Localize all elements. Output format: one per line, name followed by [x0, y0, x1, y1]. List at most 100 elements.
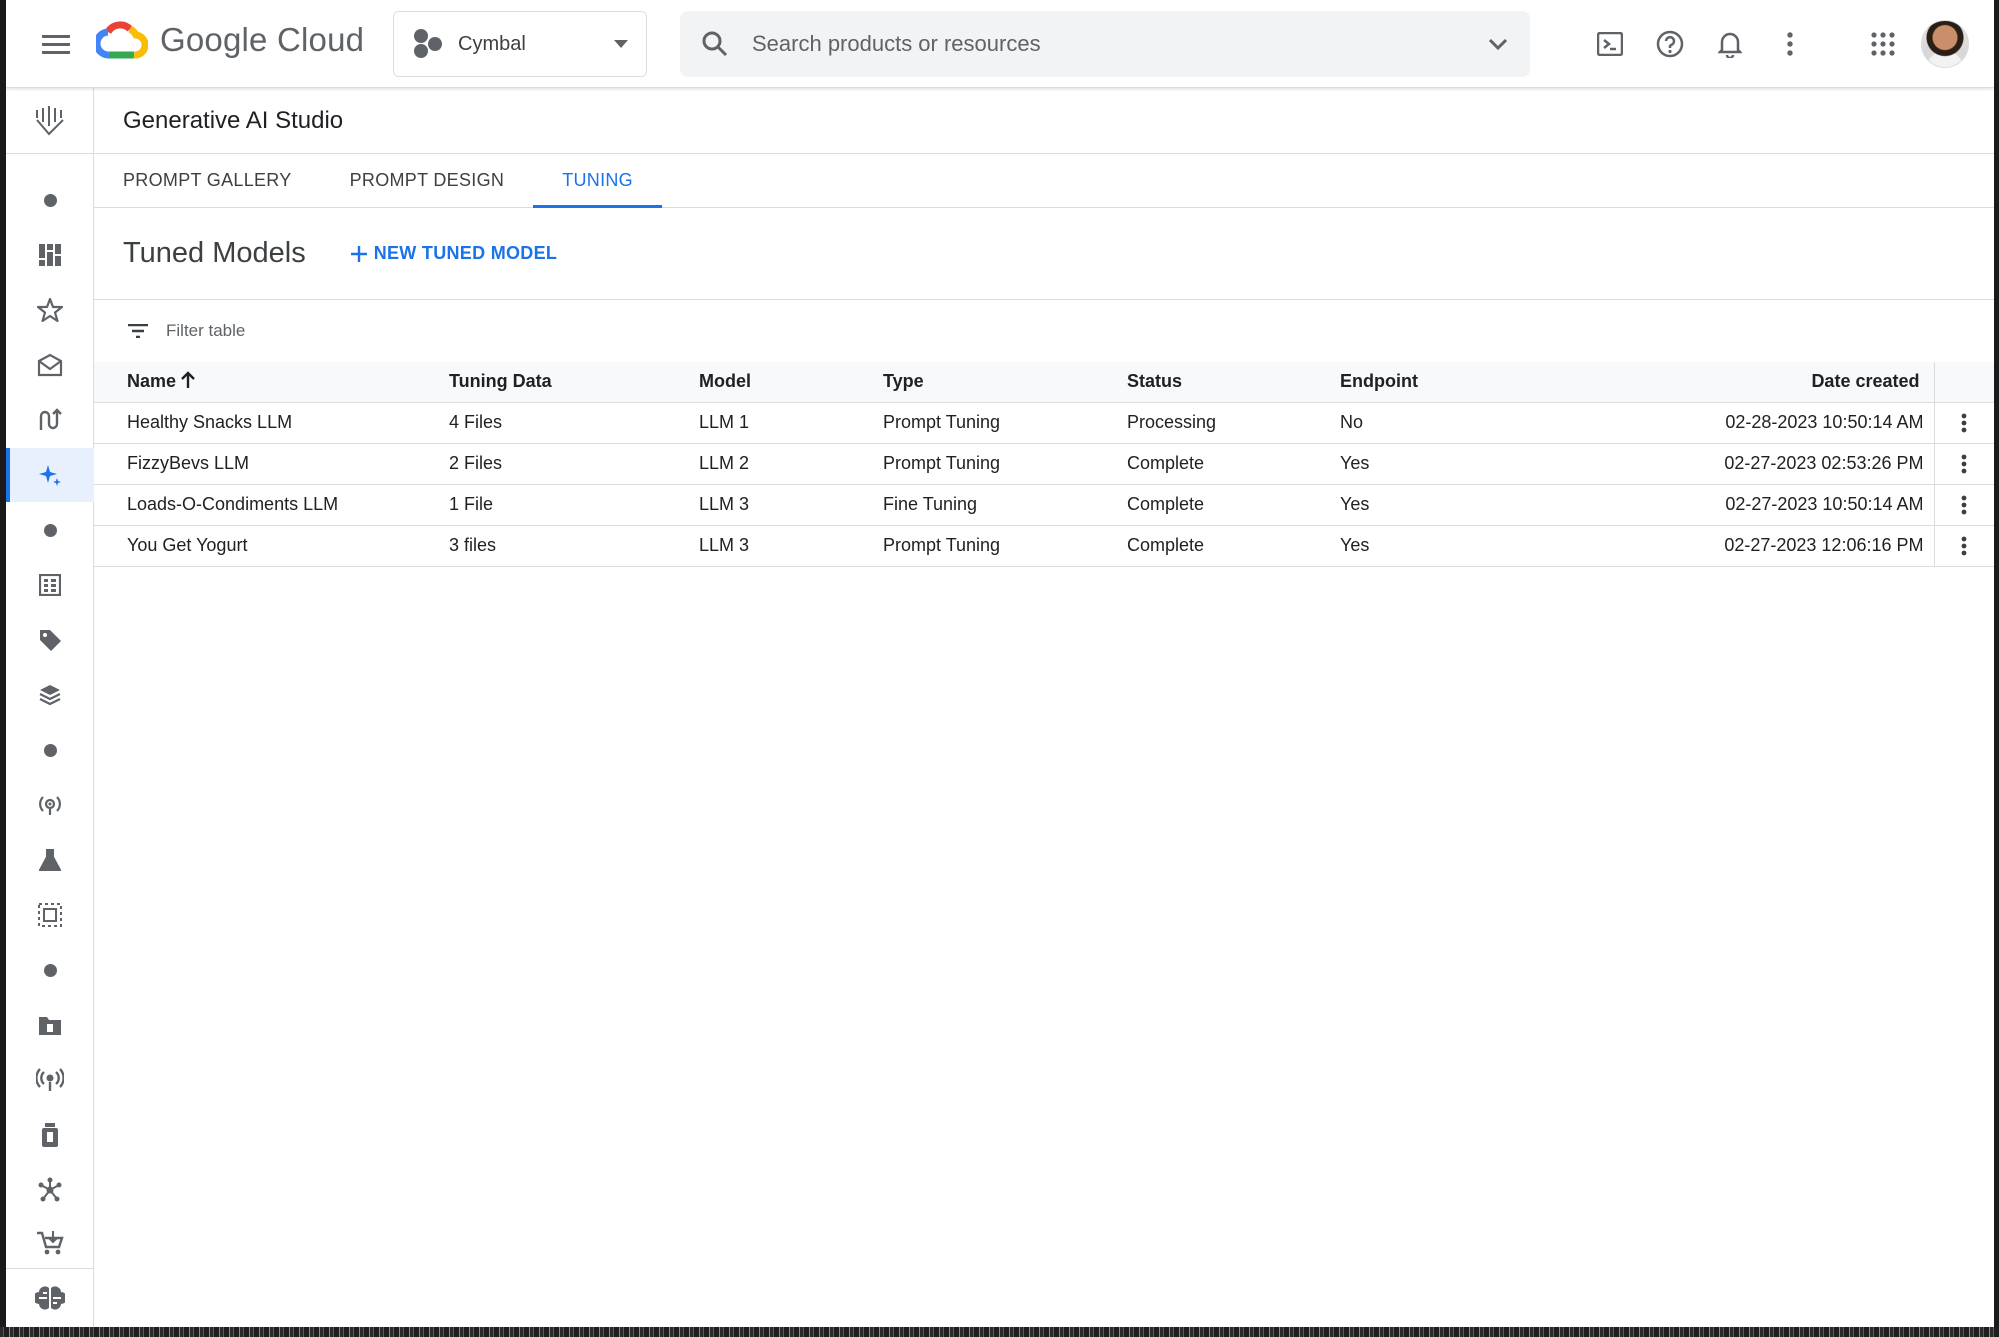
- cell-status: Processing: [1127, 412, 1217, 432]
- experiments-flask-icon[interactable]: [6, 833, 94, 887]
- filter-input[interactable]: [166, 321, 566, 341]
- filter-icon[interactable]: [128, 324, 148, 338]
- column-header-status[interactable]: Status: [1127, 362, 1340, 402]
- model-garden-icon[interactable]: [6, 338, 94, 392]
- search-icon: [702, 31, 728, 57]
- sort-ascending-icon: [181, 371, 195, 389]
- datasets-icon[interactable]: [6, 558, 94, 612]
- column-header-date-created[interactable]: Date created: [1510, 362, 1934, 402]
- table-row[interactable]: FizzyBevs LLM 2 Files LLM 2 Prompt Tunin…: [94, 443, 1994, 484]
- column-header-type[interactable]: Type: [883, 362, 1127, 402]
- column-header-name[interactable]: Name: [94, 362, 449, 402]
- left-nav-rail: [6, 88, 94, 1327]
- column-header-model[interactable]: Model: [699, 362, 883, 402]
- new-tuned-model-button[interactable]: NEW TUNED MODEL: [350, 243, 558, 264]
- avatar[interactable]: [1921, 20, 1969, 68]
- training-icon[interactable]: [6, 778, 94, 832]
- search-bar[interactable]: [680, 11, 1530, 77]
- cell-model: LLM 1: [699, 412, 750, 432]
- cell-date-created: 02-27-2023 12:06:16 PM: [1724, 535, 1924, 555]
- table-row[interactable]: Healthy Snacks LLM 4 Files LLM 1 Prompt …: [94, 402, 1994, 443]
- app-window: Google Cloud Cymbal Search products or r…: [6, 0, 1994, 1327]
- table-row[interactable]: Loads-O-Condiments LLM 1 File LLM 3 Fine…: [94, 484, 1994, 525]
- cell-model: LLM 3: [699, 535, 750, 555]
- cloud-shell-icon[interactable]: [1586, 20, 1634, 68]
- cell-model: LLM 2: [699, 453, 750, 473]
- cell-endpoint: Yes: [1340, 453, 1370, 473]
- more-vert-icon[interactable]: [1766, 20, 1814, 68]
- cell-endpoint: Yes: [1340, 494, 1370, 514]
- cell-type: Prompt Tuning: [883, 453, 1001, 473]
- main-content: Generative AI Studio PROMPT GALLERY PROM…: [94, 88, 1994, 1327]
- hamburger-menu-icon[interactable]: [32, 20, 80, 68]
- tab-prompt-design[interactable]: PROMPT DESIGN: [321, 154, 534, 207]
- cell-date-created: 02-27-2023 10:50:14 AM: [1725, 494, 1924, 514]
- pipelines-icon[interactable]: [6, 393, 94, 447]
- search-input[interactable]: [752, 31, 1464, 57]
- screen-edge: [0, 1327, 1999, 1337]
- dashboard-icon[interactable]: [6, 228, 94, 282]
- section-header: Tuned Models NEW TUNED MODEL: [94, 208, 1994, 300]
- chevron-down-icon[interactable]: [1488, 38, 1508, 50]
- cell-tuning-data: 2 Files: [449, 453, 503, 473]
- cell-status: Complete: [1127, 453, 1205, 473]
- brand-name: Google Cloud: [160, 21, 365, 58]
- help-icon[interactable]: [1646, 20, 1694, 68]
- table-row[interactable]: You Get Yogurt 3 files LLM 3 Prompt Tuni…: [94, 525, 1994, 566]
- generative-ai-sparkle-icon[interactable]: [6, 448, 94, 502]
- workbench-icon[interactable]: [6, 888, 94, 942]
- endpoints-broadcast-icon[interactable]: [6, 1053, 94, 1107]
- tuned-models-table: Name Tuning Data Model Type Status Endpo…: [94, 362, 1994, 567]
- cell-name: FizzyBevs LLM: [127, 453, 250, 473]
- cell-tuning-data: 4 Files: [449, 412, 503, 432]
- project-picker[interactable]: Cymbal: [393, 11, 647, 77]
- column-header-endpoint[interactable]: Endpoint: [1340, 362, 1510, 402]
- cloud-logo-icon: [96, 21, 148, 59]
- rail-dot-icon[interactable]: [6, 503, 94, 557]
- cell-endpoint: Yes: [1340, 535, 1370, 555]
- cell-type: Prompt Tuning: [883, 535, 1001, 555]
- model-registry-icon[interactable]: [6, 998, 94, 1052]
- google-cloud-logo[interactable]: Google Cloud: [96, 20, 364, 60]
- rail-dot-icon[interactable]: [6, 723, 94, 777]
- page-title: Generative AI Studio: [123, 106, 344, 134]
- feature-store-icon[interactable]: [6, 668, 94, 722]
- star-icon[interactable]: [6, 283, 94, 337]
- vertex-ai-logo-icon[interactable]: [6, 88, 93, 154]
- rail-dot-icon[interactable]: [6, 943, 94, 997]
- plus-icon: [350, 245, 367, 262]
- column-header-actions: [1933, 362, 1994, 402]
- cell-name: Healthy Snacks LLM: [127, 412, 293, 432]
- project-hexagons-icon: [414, 29, 442, 58]
- filter-bar: [94, 300, 1994, 362]
- tab-tuning[interactable]: TUNING: [533, 154, 662, 208]
- table-header-row: Name Tuning Data Model Type Status Endpo…: [94, 362, 1994, 402]
- apps-grid-icon[interactable]: [1859, 20, 1907, 68]
- cell-name: You Get Yogurt: [127, 535, 248, 555]
- cell-tuning-data: 1 File: [449, 494, 494, 514]
- new-tuned-model-label: NEW TUNED MODEL: [373, 243, 558, 263]
- row-more-vert-icon[interactable]: [1948, 489, 1980, 521]
- cell-endpoint: No: [1340, 412, 1364, 432]
- tab-prompt-gallery[interactable]: PROMPT GALLERY: [94, 154, 321, 207]
- notifications-icon[interactable]: [1706, 20, 1754, 68]
- collapse-nav-brain-icon[interactable]: [6, 1268, 94, 1326]
- marketplace-cart-icon[interactable]: [6, 1216, 94, 1270]
- matching-engine-icon[interactable]: [6, 1163, 94, 1217]
- row-more-vert-icon[interactable]: [1948, 407, 1980, 439]
- labeling-tag-icon[interactable]: [6, 613, 94, 667]
- cell-name: Loads-O-Condiments LLM: [127, 494, 339, 514]
- batch-predictions-icon[interactable]: [6, 1108, 94, 1162]
- rail-dot-icon[interactable]: [6, 173, 94, 227]
- top-bar: Google Cloud Cymbal: [6, 0, 1994, 88]
- project-name: Cymbal: [458, 32, 526, 55]
- cell-type: Fine Tuning: [883, 494, 978, 514]
- cell-status: Complete: [1127, 494, 1205, 514]
- cell-tuning-data: 3 files: [449, 535, 497, 555]
- toolbar-icons: [1586, 20, 1814, 68]
- section-title: Tuned Models: [123, 237, 306, 269]
- row-more-vert-icon[interactable]: [1948, 448, 1980, 480]
- tab-bar: PROMPT GALLERY PROMPT DESIGN TUNING: [94, 154, 1994, 208]
- column-header-tuning-data[interactable]: Tuning Data: [449, 362, 699, 402]
- row-more-vert-icon[interactable]: [1948, 530, 1980, 562]
